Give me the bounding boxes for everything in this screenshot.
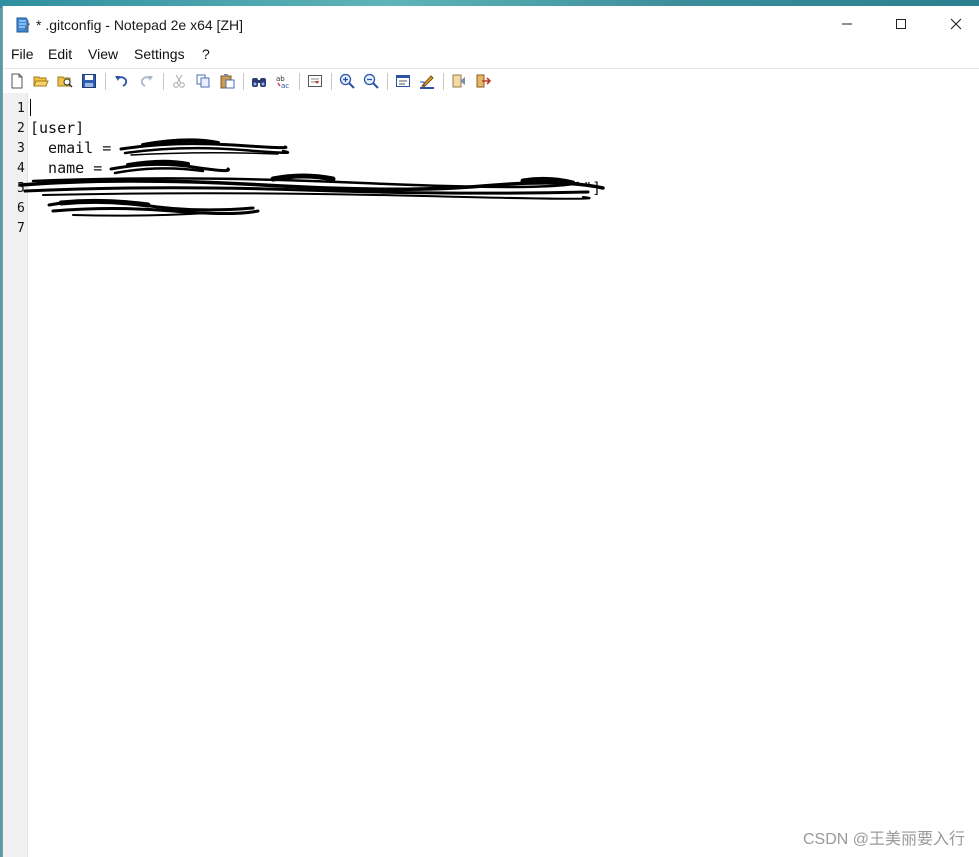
paste-icon[interactable] — [219, 73, 235, 89]
svg-text:ac: ac — [281, 82, 289, 89]
toolbar-separator — [163, 73, 164, 90]
redo-icon[interactable] — [139, 73, 155, 89]
goto-icon[interactable] — [307, 73, 323, 89]
menu-file[interactable]: File — [11, 46, 34, 62]
favorites-icon[interactable] — [451, 73, 467, 89]
minimize-icon — [842, 23, 852, 25]
maximize-icon — [896, 19, 906, 29]
toolbar-separator — [299, 73, 300, 90]
toolbar-separator — [105, 73, 106, 90]
cut-icon[interactable] — [171, 73, 187, 89]
browse-icon[interactable] — [57, 73, 73, 89]
toolbar-separator — [443, 73, 444, 90]
toolbar-separator — [387, 73, 388, 90]
menu-edit[interactable]: Edit — [48, 46, 72, 62]
menu-help[interactable]: ? — [202, 46, 210, 62]
replace-icon[interactable]: abac — [275, 73, 291, 89]
csdn-watermark: CSDN @王美丽要入行 — [802, 831, 965, 848]
exit-icon[interactable] — [475, 73, 491, 89]
undo-icon[interactable] — [113, 73, 129, 89]
customize-icon[interactable] — [419, 73, 435, 89]
toolbar: ab ac — [3, 68, 979, 94]
zoom-out-icon[interactable] — [363, 73, 379, 89]
notepad-window: * .gitconfig - Notepad 2e x64 [ZH] File … — [2, 6, 979, 857]
notepad-app-icon — [16, 17, 30, 33]
title-bar[interactable]: * .gitconfig - Notepad 2e x64 [ZH] — [3, 6, 979, 42]
redaction-scribble — [19, 138, 605, 217]
new-file-icon[interactable] — [9, 73, 25, 89]
text-editor[interactable]: 1 2 3 4 5 6 7 [user] email = name = "] — [3, 93, 979, 857]
menu-settings[interactable]: Settings — [134, 46, 185, 62]
save-icon[interactable] — [81, 73, 97, 89]
find-icon[interactable] — [251, 73, 267, 89]
toolbar-separator — [331, 73, 332, 90]
minimize-button[interactable] — [820, 6, 874, 42]
maximize-button[interactable] — [874, 6, 928, 42]
close-icon — [950, 18, 962, 30]
close-button[interactable] — [929, 6, 979, 42]
toolbar-separator — [243, 73, 244, 90]
open-folder-icon[interactable] — [33, 73, 49, 89]
copy-icon[interactable] — [195, 73, 211, 89]
menu-view[interactable]: View — [88, 46, 118, 62]
menu-bar: File Edit View Settings ? — [3, 44, 979, 66]
window-title: * .gitconfig - Notepad 2e x64 [ZH] — [36, 17, 243, 33]
schemes-icon[interactable] — [395, 73, 411, 89]
zoom-in-icon[interactable] — [339, 73, 355, 89]
